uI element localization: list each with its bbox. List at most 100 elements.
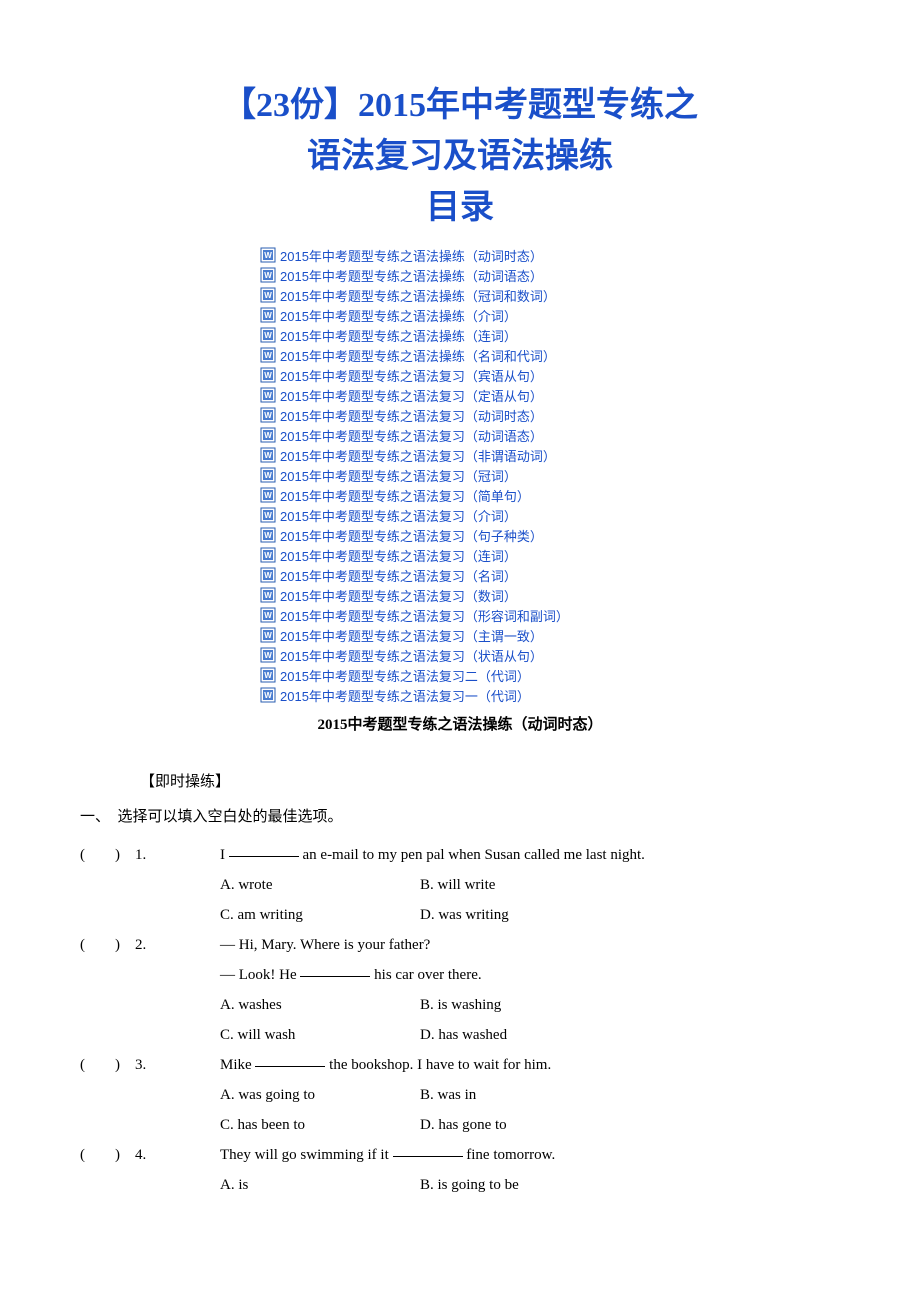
word-doc-icon: W — [260, 327, 276, 343]
word-doc-icon: W — [260, 367, 276, 383]
toc-item-label: 2015年中考题型专练之语法复习（连词） — [280, 546, 517, 565]
word-doc-icon: W — [260, 507, 276, 523]
option-b: B. was in — [420, 1080, 840, 1110]
blank — [255, 1052, 325, 1067]
toc-item-label: 2015年中考题型专练之语法复习（定语从句） — [280, 386, 543, 405]
document-title: 【23份】2015年中考题型专练之 语法复习及语法操练 目录 — [80, 80, 840, 233]
word-doc-icon: W — [260, 247, 276, 263]
practice-heading: 【即时操练】 — [140, 770, 840, 791]
option-b: B. will write — [420, 870, 840, 900]
toc-item: W 2015年中考题型专练之语法复习（状语从句） — [260, 645, 660, 665]
option-b: D. has gone to — [420, 1110, 840, 1140]
toc-item-label: 2015年中考题型专练之语法复习（状语从句） — [280, 646, 543, 665]
table-of-contents: W2015年中考题型专练之语法操练（动词时态）W2015年中考题型专练之语法操练… — [260, 245, 660, 705]
instruction: 一、 选择可以填入空白处的最佳选项。 — [80, 805, 840, 826]
toc-item-label: 2015年中考题型专练之语法复习（介词） — [280, 506, 517, 525]
question: ( ) 4. They will go swimming if it fine … — [80, 1140, 840, 1200]
toc-item: W2015年中考题型专练之语法复习（介词） — [260, 505, 660, 525]
toc-item-label: 2015年中考题型专练之语法复习（句子种类） — [280, 526, 543, 545]
word-doc-icon: W — [260, 487, 276, 503]
svg-text:W: W — [264, 411, 272, 420]
option-row: C. am writingD. was writing — [220, 900, 840, 930]
svg-text:W: W — [264, 691, 272, 700]
option-b: B. is washing — [420, 990, 840, 1020]
word-doc-icon: W — [260, 347, 276, 363]
svg-text:W: W — [264, 391, 272, 400]
svg-text:W: W — [264, 551, 272, 560]
option-b: D. has washed — [420, 1020, 840, 1050]
word-doc-icon: W — [260, 267, 276, 283]
toc-item-label: 2015年中考题型专练之语法操练（动词语态） — [280, 266, 543, 285]
toc-item: W2015年中考题型专练之语法操练（介词） — [260, 305, 660, 325]
toc-item: W 2015年中考题型专练之语法操练（名词和代词） — [260, 345, 660, 365]
svg-text:W: W — [264, 431, 272, 440]
toc-item-label: 2015年中考题型专练之语法操练（冠词和数词） — [280, 286, 556, 305]
toc-item: W2015年中考题型专练之语法复习（宾语从句） — [260, 365, 660, 385]
toc-item-label: 2015年中考题型专练之语法复习（主谓一致） — [280, 626, 543, 645]
question-number: ( ) 4. — [80, 1140, 220, 1170]
option-b: D. was writing — [420, 900, 840, 930]
svg-text:W: W — [264, 451, 272, 460]
question-stem: They will go swimming if it fine tomorro… — [220, 1140, 840, 1170]
svg-text:W: W — [264, 271, 272, 280]
option-a: A. wrote — [220, 870, 420, 900]
option-a: C. has been to — [220, 1110, 420, 1140]
option-a: C. will wash — [220, 1020, 420, 1050]
toc-item: W2015年中考题型专练之语法复习（形容词和副词） — [260, 605, 660, 625]
svg-text:W: W — [264, 531, 272, 540]
toc-item-label: 2015年中考题型专练之语法复习（动词时态） — [280, 406, 543, 425]
option-row: A. washesB. is washing — [220, 990, 840, 1020]
svg-text:W: W — [264, 351, 272, 360]
option-row: A. isB. is going to be — [220, 1170, 840, 1200]
toc-item: W 2015年中考题型专练之语法复习（数词） — [260, 585, 660, 605]
toc-item: W2015年中考题型专练之语法操练（冠词和数词） — [260, 285, 660, 305]
word-doc-icon: W — [260, 307, 276, 323]
option-a: A. washes — [220, 990, 420, 1020]
toc-item-label: 2015年中考题型专练之语法操练（名词和代词） — [280, 346, 556, 365]
toc-item: W 2015年中考题型专练之语法操练（连词） — [260, 325, 660, 345]
svg-text:W: W — [264, 631, 272, 640]
word-doc-icon: W — [260, 467, 276, 483]
option-row: A. was going toB. was in — [220, 1080, 840, 1110]
svg-text:W: W — [264, 671, 272, 680]
blank — [393, 1142, 463, 1157]
option-b: B. is going to be — [420, 1170, 840, 1200]
option-a: C. am writing — [220, 900, 420, 930]
title-line-3: 目录 — [80, 182, 840, 233]
question-stem: — Hi, Mary. Where is your father? — [220, 930, 840, 960]
svg-text:W: W — [264, 331, 272, 340]
toc-item: W 2015年中考题型专练之语法复习（定语从句） — [260, 385, 660, 405]
toc-item: W 2015年中考题型专练之语法复习（连词） — [260, 545, 660, 565]
word-doc-icon: W — [260, 567, 276, 583]
toc-item-label: 2015年中考题型专练之语法操练（动词时态） — [280, 246, 543, 265]
toc-item-label: 2015年中考题型专练之语法复习（动词语态） — [280, 426, 543, 445]
word-doc-icon: W — [260, 427, 276, 443]
question-number: ( ) 3. — [80, 1050, 220, 1080]
toc-item: W2015年中考题型专练之语法复习（名词） — [260, 565, 660, 585]
question: ( ) 3. Mike the bookshop. I have to wait… — [80, 1050, 840, 1140]
svg-text:W: W — [264, 651, 272, 660]
question-stem-line2: — Look! He his car over there. — [220, 960, 840, 990]
word-doc-icon: W — [260, 387, 276, 403]
toc-item: W 2015年中考题型专练之语法操练（动词语态） — [260, 265, 660, 285]
question: ( ) 1. I an e-mail to my pen pal when Su… — [80, 840, 840, 930]
toc-item: W2015年中考题型专练之语法复习（非谓语动词） — [260, 445, 660, 465]
word-doc-icon: W — [260, 687, 276, 703]
option-a: A. is — [220, 1170, 420, 1200]
toc-item-label: 2015年中考题型专练之语法复习（简单句） — [280, 486, 530, 505]
svg-text:W: W — [264, 571, 272, 580]
question-number: ( ) 2. — [80, 930, 220, 960]
word-doc-icon: W — [260, 627, 276, 643]
toc-item: W 2015年中考题型专练之语法复习二（代词） — [260, 665, 660, 685]
svg-text:W: W — [264, 591, 272, 600]
blank — [300, 962, 370, 977]
toc-item-label: 2015年中考题型专练之语法复习二（代词） — [280, 666, 530, 685]
toc-item: W 2015年中考题型专练之语法复习（主谓一致） — [260, 625, 660, 645]
toc-item: W 2015年中考题型专练之语法复习（动词时态） — [260, 405, 660, 425]
toc-item-label: 2015年中考题型专练之语法复习（冠词） — [280, 466, 517, 485]
word-doc-icon: W — [260, 647, 276, 663]
title-line-2: 语法复习及语法操练 — [80, 131, 840, 182]
toc-item-label: 2015年中考题型专练之语法复习（数词） — [280, 586, 517, 605]
option-a: A. was going to — [220, 1080, 420, 1110]
toc-item-label: 2015年中考题型专练之语法操练（连词） — [280, 326, 517, 345]
